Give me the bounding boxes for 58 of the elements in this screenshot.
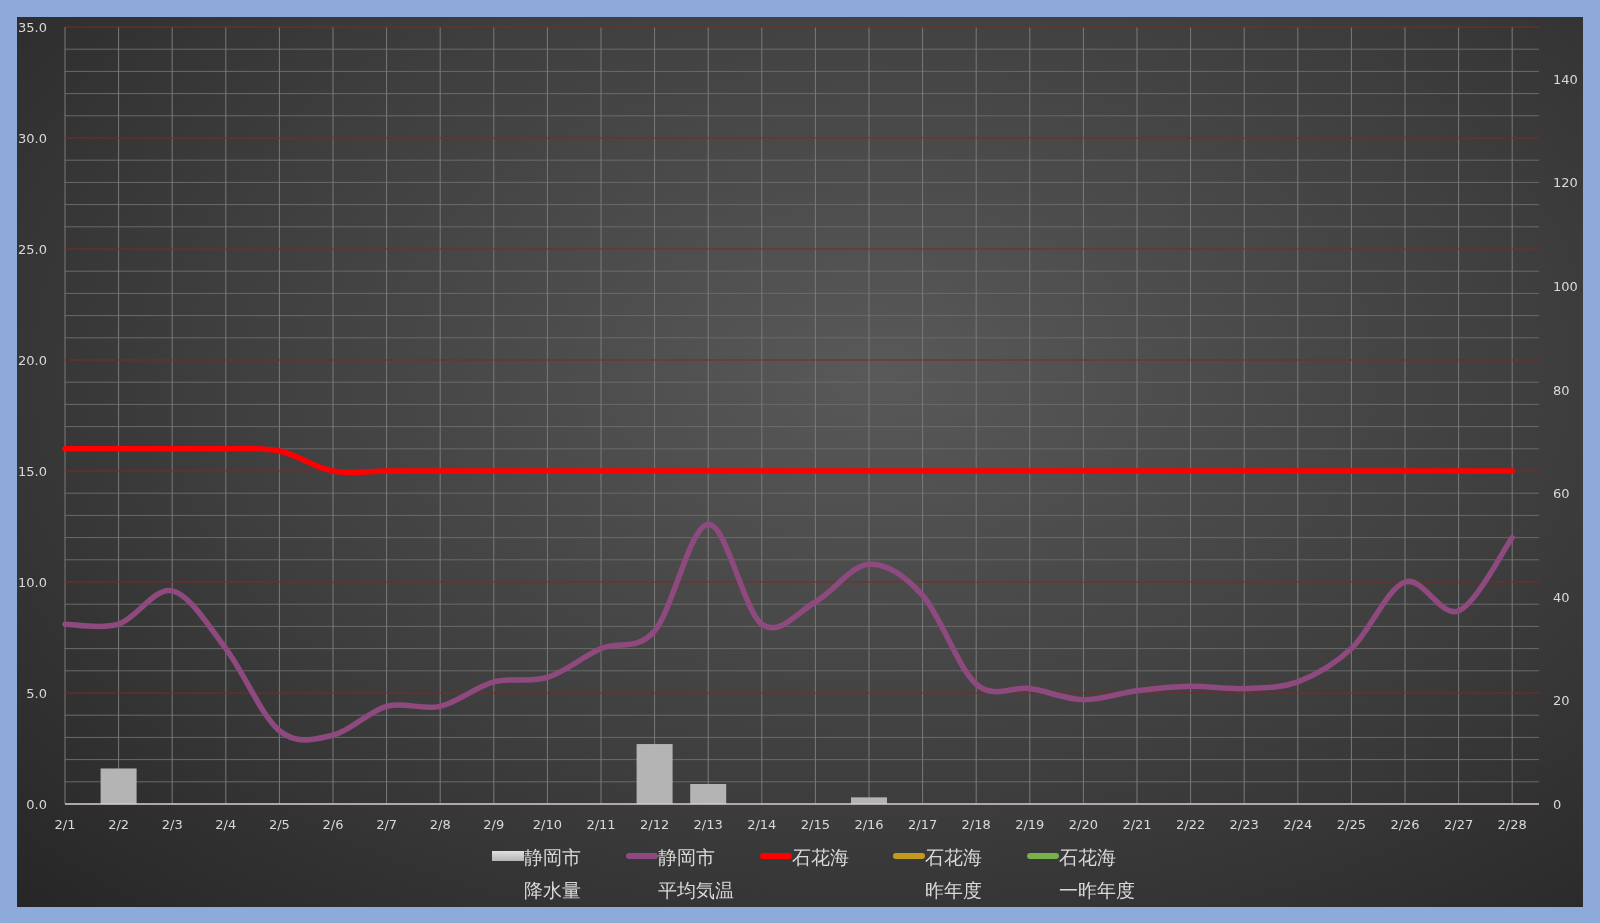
y-axis-label: 0.0 — [26, 797, 47, 812]
x-axis-label: 2/7 — [376, 817, 398, 832]
legend-label: 石花海 — [791, 845, 850, 870]
y-axis-label: 5.0 — [26, 686, 47, 701]
legend-label: 静岡市平均気温 — [657, 845, 735, 903]
x-axis-label: 2/14 — [747, 817, 777, 832]
x-axis-label: 2/2 — [108, 817, 130, 832]
legend-swatch — [625, 853, 658, 859]
x-axis-label: 2/6 — [322, 817, 344, 832]
precipitation-bar — [690, 784, 727, 804]
x-axis-label: 2/4 — [215, 817, 237, 832]
x-axis-label: 2/16 — [854, 817, 884, 832]
x-axis-label: 2/22 — [1176, 817, 1206, 832]
y-axis-label: 30.0 — [18, 131, 47, 146]
precipitation-bar — [100, 768, 137, 804]
legend-swatch — [893, 853, 926, 859]
x-axis-label: 2/9 — [483, 817, 505, 832]
x-axis-label: 2/25 — [1336, 817, 1366, 832]
x-axis-label: 2/10 — [532, 817, 562, 832]
secondary-axis-label: 40 — [1553, 589, 1570, 605]
x-axis-label: 2/27 — [1444, 817, 1474, 832]
precipitation-bar — [851, 797, 887, 804]
x-axis-label: 2/13 — [693, 817, 723, 832]
secondary-axis-label: 20 — [1553, 693, 1570, 709]
y-axis-label: 25.0 — [18, 242, 47, 257]
x-axis-label: 2/19 — [1015, 817, 1045, 832]
secondary-axis-label: 100 — [1553, 279, 1578, 294]
x-axis-label: 2/28 — [1497, 817, 1527, 832]
legend-label: 石花海一昨年度 — [1059, 845, 1137, 903]
legend-label: 石花海昨年度 — [925, 845, 984, 903]
y-axis-label: 15.0 — [18, 464, 47, 479]
x-axis-label: 2/8 — [429, 817, 451, 832]
x-axis-label: 2/26 — [1390, 817, 1420, 832]
x-axis-label: 2/15 — [800, 817, 830, 832]
legend-swatch — [759, 853, 792, 859]
secondary-axis-label: 0 — [1553, 797, 1562, 812]
secondary-axis-label: 140 — [1553, 71, 1578, 87]
x-axis-label: 2/11 — [586, 817, 616, 832]
x-axis-label: 2/20 — [1068, 817, 1098, 832]
y-axis-label: 35.0 — [18, 20, 47, 35]
x-axis-label: 2/21 — [1122, 817, 1152, 832]
x-axis-label: 2/3 — [161, 817, 183, 832]
x-axis-label: 2/18 — [961, 817, 991, 832]
secondary-axis-label: 120 — [1553, 175, 1578, 191]
x-axis-label: 2/1 — [54, 817, 76, 832]
x-axis-label: 2/12 — [640, 817, 670, 832]
legend-swatch — [1027, 853, 1060, 859]
x-axis-label: 2/24 — [1283, 817, 1313, 832]
y-axis-label: 10.0 — [18, 575, 47, 590]
x-axis-label: 2/17 — [908, 817, 938, 832]
y-axis-label: 20.0 — [18, 353, 47, 368]
legend-swatch — [492, 851, 524, 861]
precipitation-bar — [636, 744, 673, 804]
legend-label: 静岡市降水量 — [524, 845, 582, 903]
x-axis-label: 2/23 — [1229, 817, 1259, 832]
secondary-axis-label: 80 — [1553, 382, 1570, 398]
x-axis-label: 2/5 — [268, 817, 290, 832]
secondary-axis-label: 60 — [1553, 486, 1570, 502]
